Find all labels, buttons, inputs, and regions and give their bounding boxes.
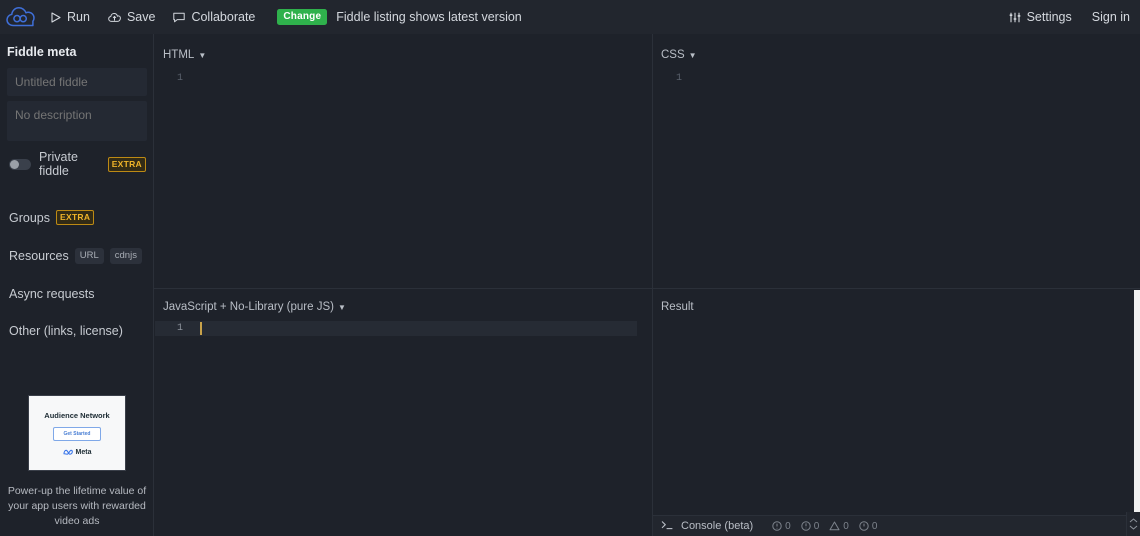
- line-number-js: 1: [176, 323, 183, 334]
- chevron-down-icon: ▼: [688, 50, 697, 60]
- console-warning-circle-counter[interactable]: 0: [801, 520, 820, 532]
- ad-card[interactable]: Audience Network Get Started Meta: [28, 395, 126, 471]
- sidebar-item-other[interactable]: Other (links, license): [9, 324, 146, 338]
- line-number-html: 1: [176, 73, 183, 84]
- page-title: Fiddle meta: [7, 45, 77, 59]
- ad-title: Audience Network: [44, 410, 110, 420]
- fiddle-name-input[interactable]: [7, 68, 147, 96]
- chevron-down-icon: [1129, 525, 1138, 530]
- extra-badge: EXTRA: [56, 210, 95, 225]
- save-label: Save: [126, 10, 156, 24]
- warning-circle-icon: [801, 521, 811, 531]
- ad-caption: Power-up the lifetime value of your app …: [7, 485, 147, 528]
- terminal-prompt-icon: [661, 517, 674, 535]
- sidebar-item-groups[interactable]: Groups EXTRA: [9, 210, 146, 225]
- settings-label: Settings: [1026, 10, 1072, 24]
- save-button[interactable]: Save: [99, 0, 165, 34]
- private-fiddle-label: Private fiddle: [39, 150, 78, 178]
- sliders-icon: [1009, 12, 1021, 23]
- sidebar-item-label: Async requests: [9, 287, 95, 301]
- chevron-up-icon: [1129, 518, 1138, 523]
- collaborate-label: Collaborate: [191, 10, 256, 24]
- extra-badge: EXTRA: [107, 156, 146, 172]
- chat-bubble-icon: [173, 12, 186, 23]
- private-fiddle-row[interactable]: Private fiddle EXTRA: [9, 150, 146, 178]
- console-info-counter[interactable]: 0: [859, 520, 878, 532]
- result-scrollbar[interactable]: [1134, 290, 1140, 512]
- meta-infinity-icon: [62, 449, 73, 455]
- info-circle-icon: [859, 521, 869, 531]
- private-fiddle-toggle[interactable]: [9, 158, 31, 170]
- play-icon: [51, 11, 61, 23]
- run-button[interactable]: Run: [42, 0, 99, 34]
- line-number-css: 1: [675, 73, 682, 84]
- console-counters: 0 0 0 0: [772, 521, 877, 532]
- ad-cta-button[interactable]: Get Started: [52, 426, 102, 441]
- sidebar-item-async-requests[interactable]: Async requests: [9, 287, 146, 301]
- cloud-upload-icon: [108, 12, 121, 23]
- panel-header-result: Result: [653, 296, 1140, 318]
- panel-header-html[interactable]: HTML ▼: [155, 44, 652, 66]
- console-bar[interactable]: Console (beta) 0 0 0 0: [653, 515, 1140, 536]
- signin-button[interactable]: Sign in: [1082, 0, 1140, 34]
- editor-active-line: [155, 321, 637, 336]
- run-label: Run: [67, 10, 90, 24]
- top-bar-right: Settings Sign in: [999, 0, 1140, 34]
- console-info-count: 0: [871, 520, 878, 532]
- console-warning-triangle-counter[interactable]: 0: [829, 521, 849, 532]
- chevron-down-icon: ▼: [198, 50, 207, 60]
- horizontal-divider[interactable]: [154, 288, 1140, 289]
- fiddle-description-input[interactable]: [7, 101, 147, 141]
- resize-handle[interactable]: [1126, 512, 1140, 536]
- ad-brand: Meta: [62, 448, 92, 456]
- console-warning-triangle-count: 0: [843, 520, 849, 532]
- resource-cdnjs-badge[interactable]: cdnjs: [109, 248, 142, 264]
- panel-label-result: Result: [661, 301, 694, 313]
- jsfiddle-logo[interactable]: [0, 0, 42, 34]
- sidebar-item-label: Resources: [9, 249, 69, 263]
- carbon-ad[interactable]: Audience Network Get Started Meta Power-…: [0, 395, 154, 536]
- sidebar-item-label: Other (links, license): [9, 324, 123, 338]
- panel-label-html: HTML: [163, 49, 195, 61]
- signin-label: Sign in: [1091, 10, 1130, 24]
- sidebar-item-label: Groups: [9, 210, 50, 225]
- console-error-counter[interactable]: 0: [772, 521, 791, 532]
- error-circle-icon: [772, 521, 782, 531]
- warning-triangle-icon: [829, 521, 840, 531]
- collaborate-button[interactable]: Collaborate: [164, 0, 264, 34]
- panel-header-css[interactable]: CSS ▼: [653, 44, 1140, 66]
- console-label: Console (beta): [681, 520, 754, 532]
- ad-brand-label: Meta: [75, 448, 92, 456]
- jsfiddle-cloud-infinity-logo: [6, 7, 35, 27]
- sidebar-item-resources[interactable]: Resources URL cdnjs: [9, 248, 146, 264]
- panel-label-css: CSS: [661, 49, 685, 61]
- text-cursor: [200, 322, 202, 335]
- panel-label-js: JavaScript + No-Library (pure JS): [163, 301, 334, 313]
- settings-button[interactable]: Settings: [999, 0, 1082, 34]
- panel-header-js[interactable]: JavaScript + No-Library (pure JS) ▼: [155, 296, 652, 318]
- console-error-count: 0: [785, 520, 791, 532]
- console-warning-circle-count: 0: [813, 520, 820, 532]
- vertical-divider[interactable]: [652, 34, 653, 536]
- chevron-down-icon: ▼: [337, 302, 346, 312]
- top-bar: Run Save Collaborate Change Fiddle listi…: [0, 0, 1140, 34]
- change-note: Fiddle listing shows latest version: [336, 10, 522, 24]
- toggle-knob: [10, 159, 19, 169]
- change-badge[interactable]: Change: [277, 9, 328, 25]
- resource-url-badge[interactable]: URL: [74, 248, 104, 264]
